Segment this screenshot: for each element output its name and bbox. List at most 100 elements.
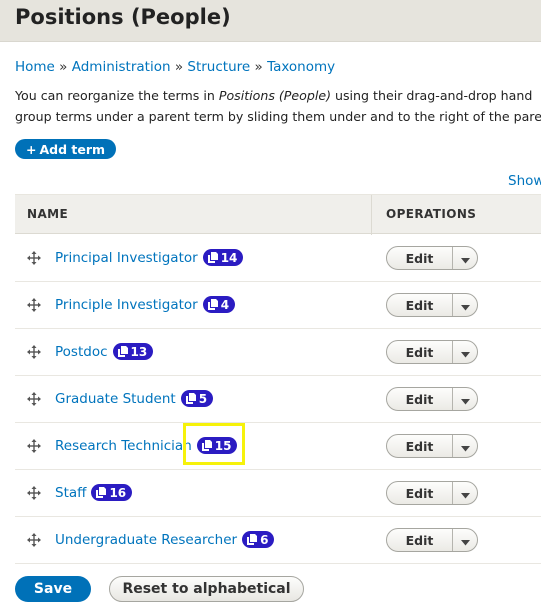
caret-down-icon: [460, 390, 470, 409]
document-copy-icon: [201, 440, 212, 451]
edit-button[interactable]: Edit: [387, 294, 453, 316]
usage-count: 13: [130, 344, 148, 359]
dropbutton-toggle[interactable]: [453, 482, 477, 504]
term-link[interactable]: Postdoc: [55, 344, 108, 360]
table-row: Research Technician 15 Edit: [15, 423, 541, 470]
add-term-button[interactable]: + Add term: [15, 139, 116, 159]
drag-handle-icon[interactable]: [27, 344, 41, 359]
operations-dropbutton: Edit: [386, 293, 478, 317]
document-copy-icon: [207, 299, 218, 310]
usage-count: 4: [220, 297, 230, 312]
document-copy-icon: [117, 346, 128, 357]
caret-down-icon: [460, 296, 470, 315]
help-line1-prefix: You can reorganize the terms in: [15, 88, 219, 103]
document-copy-icon: [96, 487, 107, 498]
drag-handle-icon[interactable]: [27, 438, 41, 453]
caret-down-icon: [460, 249, 470, 268]
term-cell: Research Technician 15: [55, 437, 238, 454]
caret-down-icon: [460, 437, 470, 456]
breadcrumb-administration[interactable]: Administration: [72, 59, 171, 75]
term-cell: Principle Investigator 4: [55, 296, 236, 313]
drag-handle-icon[interactable]: [27, 485, 41, 500]
caret-down-icon: [460, 343, 470, 362]
usage-count: 6: [260, 532, 269, 547]
drag-handle-icon[interactable]: [27, 532, 41, 547]
usage-count: 16: [109, 485, 127, 500]
edit-button[interactable]: Edit: [387, 341, 453, 363]
operations-dropbutton: Edit: [386, 528, 478, 552]
usage-count-badge[interactable]: 4: [202, 296, 236, 313]
operations-dropbutton: Edit: [386, 340, 478, 364]
dropbutton-toggle[interactable]: [453, 435, 477, 457]
table-row: Staff 16 Edit: [15, 470, 541, 517]
usage-count-badge[interactable]: 15: [196, 437, 238, 454]
term-link[interactable]: Graduate Student: [55, 391, 176, 407]
usage-count-badge[interactable]: 6: [242, 531, 275, 548]
edit-button[interactable]: Edit: [387, 388, 453, 410]
document-copy-icon: [185, 393, 196, 404]
table-row: Graduate Student 5 Edit: [15, 376, 541, 423]
save-button[interactable]: Save: [15, 576, 91, 602]
usage-count-badge[interactable]: 16: [91, 484, 133, 501]
operations-dropbutton: Edit: [386, 434, 478, 458]
show-row-weights-link[interactable]: Show: [508, 173, 541, 189]
reset-to-alphabetical-button[interactable]: Reset to alphabetical: [109, 576, 304, 602]
term-link[interactable]: Principal Investigator: [55, 250, 198, 266]
dropbutton-toggle[interactable]: [453, 529, 477, 551]
drag-handle-icon[interactable]: [27, 297, 41, 312]
breadcrumb-structure[interactable]: Structure: [187, 59, 250, 75]
dropbutton-toggle[interactable]: [453, 294, 477, 316]
add-term-label: Add term: [39, 141, 106, 157]
edit-button[interactable]: Edit: [387, 529, 453, 551]
dropbutton-toggle[interactable]: [453, 247, 477, 269]
plus-icon: +: [25, 141, 37, 157]
edit-button[interactable]: Edit: [387, 247, 453, 269]
term-cell: Principal Investigator 14: [55, 249, 244, 266]
help-text: You can reorganize the terms in Position…: [15, 85, 541, 127]
page-header: Positions (People): [0, 0, 541, 42]
drag-handle-icon[interactable]: [27, 391, 41, 406]
usage-count-badge[interactable]: 5: [180, 390, 214, 407]
term-link[interactable]: Principle Investigator: [55, 297, 198, 313]
term-cell: Graduate Student 5: [55, 390, 214, 407]
usage-count-badge[interactable]: 14: [202, 249, 244, 266]
dropbutton-toggle[interactable]: [453, 341, 477, 363]
term-link[interactable]: Undergraduate Researcher: [55, 532, 237, 548]
term-cell: Undergraduate Researcher 6: [55, 531, 275, 548]
term-link[interactable]: Research Technician: [55, 438, 192, 454]
help-vocabulary-name: Positions (People): [218, 88, 332, 103]
breadcrumb: Home » Administration » Structure » Taxo…: [15, 59, 335, 75]
term-cell: Staff 16: [55, 484, 133, 501]
column-divider: [371, 195, 372, 235]
table-row: Undergraduate Researcher 6 Edit: [15, 517, 541, 564]
page-title: Positions (People): [15, 5, 231, 29]
document-copy-icon: [207, 252, 218, 263]
operations-dropbutton: Edit: [386, 481, 478, 505]
help-line2: group terms under a parent term by slidi…: [15, 109, 541, 124]
table-row: Principal Investigator 14 Edit: [15, 235, 541, 282]
drag-handle-icon[interactable]: [27, 250, 41, 265]
breadcrumb-home[interactable]: Home: [15, 59, 55, 75]
edit-button[interactable]: Edit: [387, 435, 453, 457]
caret-down-icon: [460, 531, 470, 550]
dropbutton-toggle[interactable]: [453, 388, 477, 410]
operations-dropbutton: Edit: [386, 246, 478, 270]
usage-count: 15: [214, 438, 232, 453]
table-row: Principle Investigator 4 Edit: [15, 282, 541, 329]
column-header-operations: OPERATIONS: [386, 207, 477, 221]
term-link[interactable]: Staff: [55, 485, 86, 501]
operations-dropbutton: Edit: [386, 387, 478, 411]
caret-down-icon: [460, 484, 470, 503]
term-cell: Postdoc 13: [55, 343, 154, 360]
usage-count: 5: [198, 391, 208, 406]
edit-button[interactable]: Edit: [387, 482, 453, 504]
breadcrumb-taxonomy[interactable]: Taxonomy: [267, 59, 335, 75]
column-header-name: NAME: [27, 207, 69, 221]
usage-count-badge[interactable]: 13: [112, 343, 154, 360]
table-row: Postdoc 13 Edit: [15, 329, 541, 376]
usage-count: 14: [220, 250, 238, 265]
document-copy-icon: [247, 534, 258, 545]
breadcrumb-separator: »: [254, 59, 263, 75]
breadcrumb-separator: »: [174, 59, 184, 75]
help-line1-suffix: using their drag-and-drop hand: [331, 88, 533, 103]
